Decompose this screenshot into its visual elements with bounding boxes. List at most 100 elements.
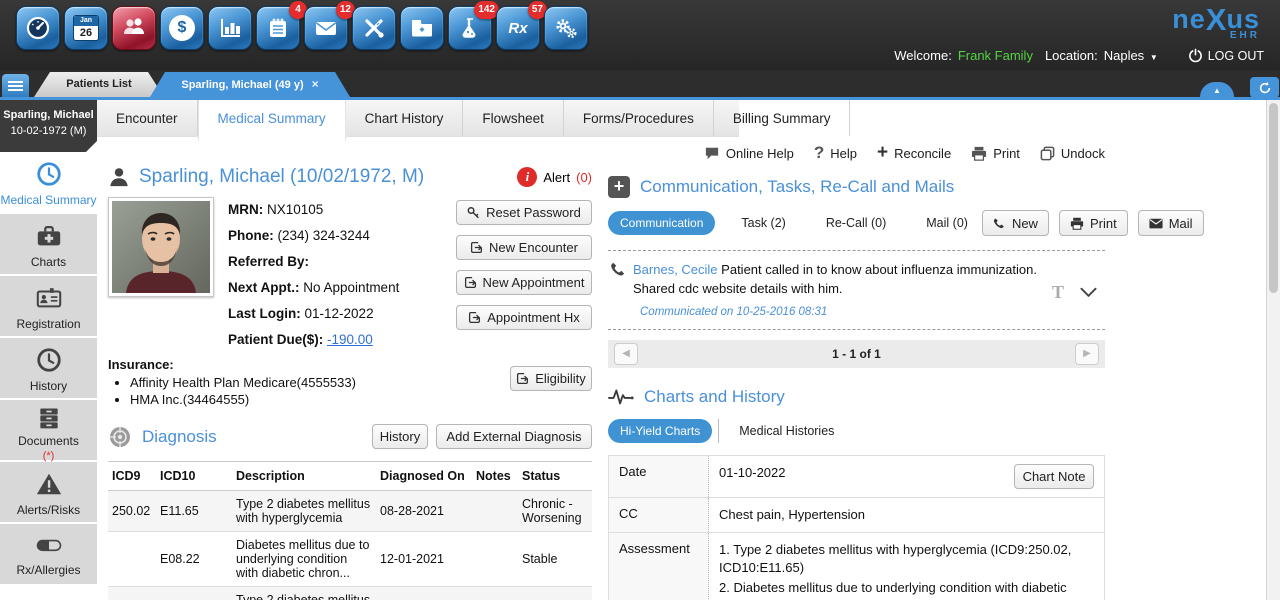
location-dropdown[interactable]: Naples ▼ [1104,48,1158,63]
clock-icon [35,160,63,188]
calendar-icon[interactable]: Jan 26 [64,6,108,50]
tasks-icon[interactable]: 4 [256,6,300,50]
messages-icon[interactable]: 12 [304,6,348,50]
vertical-scrollbar[interactable] [1266,100,1280,600]
tab-medical-summary[interactable]: Medical Summary [198,100,346,141]
col-notes: Notes [472,462,518,491]
phone-value: (234) 324-3244 [278,228,370,243]
communication-column: Online Help ? Help + Reconcile Print [608,137,1105,600]
documents-icon[interactable] [400,6,444,50]
chart-note-button[interactable]: Chart Note [1014,464,1094,489]
tab-flowsheet[interactable]: Flowsheet [463,100,564,136]
sidebar-item-label: Alerts/Risks [0,503,97,517]
tab-communication[interactable]: Communication [608,211,715,235]
tab-recall[interactable]: Re-Call (0) [812,216,900,230]
labs-icon[interactable]: 142 [448,6,492,50]
plus-square-icon[interactable]: + [608,176,630,198]
welcome-bar: Welcome: Frank Family Location: Naples ▼… [894,48,1264,63]
tab-encounter[interactable]: Encounter [97,100,198,136]
billing-icon[interactable]: $ [160,6,204,50]
text-format-icon[interactable]: T [1052,282,1064,303]
tab-task[interactable]: Task (2) [727,216,799,230]
scrollbar-thumb[interactable] [1269,103,1278,293]
sidebar-item-history[interactable]: History [0,338,97,400]
tab-patients-list[interactable]: Patients List [34,72,164,97]
table-row[interactable]: 250.02 E11.65 Type 2 diabetes mellitus w… [108,491,592,532]
new-communication-button[interactable]: New [982,210,1049,236]
sidebar-item-registration[interactable]: Registration [0,276,97,338]
add-external-diagnosis-button[interactable]: Add External Diagnosis [436,424,592,449]
print-button[interactable]: Print [971,146,1020,161]
new-appointment-button[interactable]: New Appointment [456,270,592,295]
sidebar-item-rx-allergies[interactable]: Rx/Allergies [0,524,97,586]
reconcile-button[interactable]: + Reconcile [877,146,951,161]
last-login-value: 01-12-2022 [305,306,374,321]
refresh-button[interactable] [1250,77,1279,98]
online-help-button[interactable]: Online Help [704,146,794,161]
tab-menu-button[interactable] [2,74,29,97]
assessment-line: 2. Diabetes mellitus due to underlying c… [719,579,1094,600]
sidebar-item-medical-summary[interactable]: Medical Summary [0,152,97,214]
logout-button[interactable]: LOG OUT [1188,48,1264,63]
alert-indicator[interactable]: i Alert (0) [517,167,592,187]
chevron-up-icon: ▲ [1213,85,1221,97]
content-area: Sparling, Michael 10-02-1972 (M) Medical… [0,100,1280,600]
chart-section-tabs: Encounter Medical Summary Chart History … [97,100,739,137]
tab-active-patient[interactable]: Sparling, Michael (49 y)× [150,72,350,97]
communication-pagination: ◀ 1 - 1 of 1 ▶ [608,340,1105,368]
procedures-icon[interactable] [352,6,396,50]
eligibility-button[interactable]: Eligibility [510,366,592,391]
patients-icon[interactable] [112,6,156,50]
help-button[interactable]: ? Help [814,143,857,163]
mail-communication-button[interactable]: Mail [1138,210,1204,236]
chevron-down-icon: ▼ [1150,53,1158,62]
sidebar-item-documents[interactable]: Documents (*) [0,400,97,462]
printer-icon [1070,217,1084,230]
rx-icon[interactable]: Rx 57 [496,6,540,50]
sidebar-item-label: History [0,379,97,393]
col-icd9: ICD9 [108,462,156,491]
tab-chart-history[interactable]: Chart History [346,100,464,136]
print-communication-button[interactable]: Print [1059,210,1128,236]
communication-item[interactable]: Barnes, Cecile Patient called in to know… [608,250,1105,330]
table-row[interactable]: E08.22 Diabetes mellitus due to underlyi… [108,532,592,587]
new-encounter-button[interactable]: New Encounter [456,235,592,260]
undock-windows-icon [1040,146,1055,161]
assessment-line: 1. Type 2 diabetes mellitus with hypergl… [719,541,1094,577]
tab-hi-yield-charts[interactable]: Hi-Yield Charts [608,419,712,443]
sidebar-patient-name: Sparling, Michael [0,109,97,121]
patient-due-link[interactable]: -190.00 [327,332,373,347]
sidebar-patient-card: Sparling, Michael 10-02-1972 (M) [0,100,97,152]
summary-columns: Sparling, Michael (10/02/1972, M) i Aler… [97,137,1280,600]
collapse-panel-button[interactable]: ▲ [1200,82,1234,97]
cc-value: Chest pain, Hypertension [709,498,1104,532]
settings-icon[interactable] [544,6,588,50]
welcome-label: Welcome: [894,48,952,63]
charts-history-header: Charts and History [608,387,1105,407]
close-tab-icon[interactable]: × [312,77,319,91]
sidebar-item-label: Medical Summary [0,193,97,207]
undock-button[interactable]: Undock [1040,146,1105,161]
sidebar-item-alerts-risks[interactable]: Alerts/Risks [0,462,97,524]
diagnosis-history-button[interactable]: History [372,424,428,449]
tab-billing-summary[interactable]: Billing Summary [714,100,851,136]
reports-icon[interactable] [208,6,252,50]
contact-link[interactable]: Barnes, Cecile [633,262,718,277]
communication-header: + Communication, Tasks, Re-Call and Mail… [608,176,1105,198]
prev-page-button[interactable]: ◀ [614,343,638,365]
tab-mail[interactable]: Mail (0) [912,216,982,230]
ecg-heartbeat-icon [608,387,634,407]
reset-password-button[interactable]: Reset Password [456,200,592,225]
tab-medical-histories[interactable]: Medical Histories [725,424,848,438]
next-page-button[interactable]: ▶ [1075,343,1099,365]
tab-forms-procedures[interactable]: Forms/Procedures [564,100,714,136]
brand-left: ne [1172,4,1206,34]
col-diagnosed-on: Diagnosed On [376,462,472,491]
table-row[interactable]: E11.9 Type 2 diabetes mellitus without c… [108,587,592,600]
appointment-hx-button[interactable]: Appointment Hx [456,305,592,330]
dashboard-icon[interactable] [16,6,60,50]
patient-title: Sparling, Michael (10/02/1972, M) [139,166,424,188]
sidebar-item-charts[interactable]: Charts [0,214,97,276]
diagnosis-title: Diagnosis [142,427,217,447]
chevron-down-icon[interactable] [1080,287,1097,298]
